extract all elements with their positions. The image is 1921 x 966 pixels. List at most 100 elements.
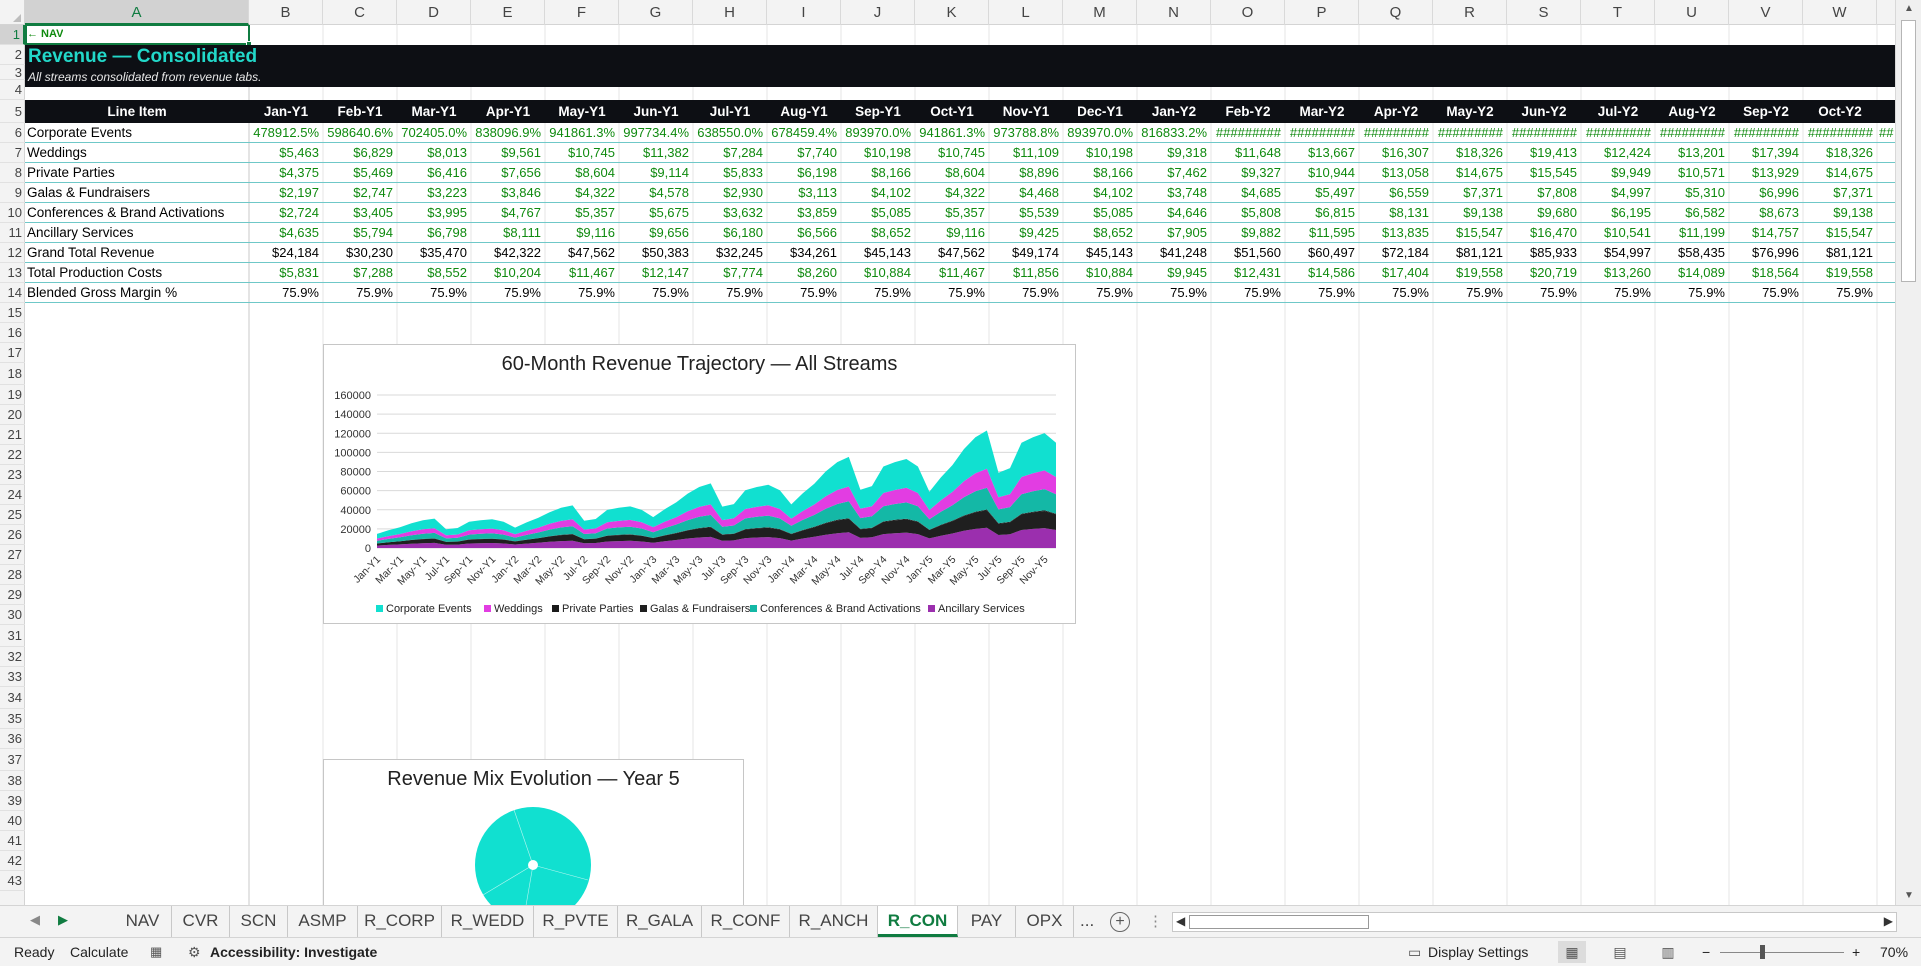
row-header-39[interactable]: 39 [0,791,25,811]
table-cell[interactable]: $3,846 [471,183,541,203]
table-cell[interactable]: 702405.0% [397,123,467,143]
row-header-33[interactable]: 33 [0,667,25,687]
table-cell[interactable]: $9,138 [1433,203,1503,223]
table-cell[interactable]: $13,260 [1581,263,1651,283]
sheet-tab-r-gala[interactable]: R_GALA [618,906,702,937]
table-cell[interactable]: $30,230 [323,243,393,263]
row-header-17[interactable]: 17 [0,343,25,363]
row-header-26[interactable]: 26 [0,525,25,545]
table-cell[interactable]: $10,884 [841,263,911,283]
table-cell[interactable]: $4,322 [545,183,615,203]
table-cell[interactable]: $3,113 [767,183,837,203]
table-cell[interactable]: $45,143 [1063,243,1133,263]
table-cell[interactable]: $34,261 [767,243,837,263]
table-cell[interactable]: $9,327 [1211,163,1281,183]
row-header-34[interactable]: 34 [0,687,25,709]
table-cell[interactable]: 75.9% [323,283,393,303]
table-cell[interactable]: $3,405 [323,203,393,223]
table-cell[interactable]: 893970.0% [1063,123,1133,143]
row-header-41[interactable]: 41 [0,831,25,851]
table-cell[interactable]: $18,326 [1803,143,1873,163]
table-cell[interactable]: $6,416 [397,163,467,183]
display-settings-icon[interactable]: ▭ [1408,944,1421,961]
column-header-k[interactable]: K [915,0,989,25]
table-cell[interactable]: $6,566 [767,223,837,243]
row-header-27[interactable]: 27 [0,545,25,565]
table-cell[interactable]: $4,375 [249,163,319,183]
sheet-tab-cvr[interactable]: CVR [172,906,230,937]
table-cell[interactable]: $5,310 [1655,183,1725,203]
row-header-15[interactable]: 15 [0,303,25,323]
row-label[interactable]: Private Parties [27,163,115,183]
table-cell[interactable]: $16,470 [1507,223,1577,243]
table-cell[interactable]: $11,595 [1285,223,1355,243]
table-cell[interactable]: $2,747 [323,183,393,203]
table-cell[interactable]: $12,431 [1211,263,1281,283]
column-header-l[interactable]: L [989,0,1063,25]
sheet-tab-opx[interactable]: OPX [1016,906,1074,937]
table-cell[interactable]: $7,774 [693,263,763,283]
table-cell[interactable]: $2,930 [693,183,763,203]
table-cell[interactable]: $10,198 [841,143,911,163]
table-cell[interactable]: $6,815 [1285,203,1355,223]
table-cell[interactable]: $10,944 [1285,163,1355,183]
row-header-4[interactable]: 4 [0,80,25,100]
row-header-13[interactable]: 13 [0,263,25,283]
table-cell[interactable]: $9,882 [1211,223,1281,243]
table-cell[interactable]: $7,371 [1433,183,1503,203]
row-header-29[interactable]: 29 [0,585,25,605]
table-cell[interactable]: $4,635 [249,223,319,243]
row-header-28[interactable]: 28 [0,565,25,585]
revenue-trajectory-chart[interactable]: 60-Month Revenue Trajectory — All Stream… [323,344,1076,624]
table-cell[interactable]: 75.9% [1063,283,1133,303]
table-cell[interactable]: $8,652 [1063,223,1133,243]
add-sheet-icon[interactable]: + [1110,912,1130,932]
table-cell[interactable]: $8,260 [767,263,837,283]
accessibility-status[interactable]: Accessibility: Investigate [210,944,377,960]
table-cell[interactable]: 75.9% [1433,283,1503,303]
table-cell[interactable]: $14,675 [1433,163,1503,183]
row-label[interactable]: Grand Total Revenue [27,243,154,263]
table-cell[interactable]: $9,138 [1803,203,1873,223]
table-cell[interactable]: $10,541 [1581,223,1651,243]
column-header-a[interactable]: A [25,0,249,25]
table-cell[interactable]: 75.9% [1655,283,1725,303]
table-cell[interactable]: $58,435 [1655,243,1725,263]
row-header-9[interactable]: 9 [0,183,25,203]
table-cell[interactable]: $8,166 [841,163,911,183]
row-header-30[interactable]: 30 [0,605,25,625]
next-sheet-arrow[interactable]: ▶ [58,912,68,928]
table-cell[interactable]: 75.9% [471,283,541,303]
table-cell[interactable]: $10,745 [545,143,615,163]
table-cell[interactable]: 75.9% [767,283,837,303]
row-header-38[interactable]: 38 [0,771,25,791]
table-cell[interactable]: $19,558 [1433,263,1503,283]
column-header-d[interactable]: D [397,0,471,25]
row-header-16[interactable]: 16 [0,323,25,343]
table-cell[interactable]: $47,562 [545,243,615,263]
sheet-tab-r-pvte[interactable]: R_PVTE [534,906,618,937]
table-cell[interactable]: ######### [1803,123,1873,143]
table-cell[interactable]: ######### [1581,123,1651,143]
table-cell[interactable]: $9,114 [619,163,689,183]
row-header-32[interactable]: 32 [0,647,25,667]
row-header-7[interactable]: 7 [0,143,25,163]
row-header-19[interactable]: 19 [0,385,25,405]
table-cell[interactable]: 598640.6% [323,123,393,143]
page-break-view-icon[interactable]: ▥ [1654,941,1682,963]
sheet-tab-nav[interactable]: NAV [114,906,172,937]
row-header-24[interactable]: 24 [0,485,25,505]
table-cell[interactable]: $4,997 [1581,183,1651,203]
table-cell[interactable]: $18,326 [1433,143,1503,163]
column-header-h[interactable]: H [693,0,767,25]
table-cell[interactable]: $9,116 [545,223,615,243]
table-cell[interactable]: $8,013 [397,143,467,163]
table-cell[interactable]: $20,719 [1507,263,1577,283]
table-cell[interactable]: $11,382 [619,143,689,163]
table-cell[interactable]: $8,552 [397,263,467,283]
table-cell[interactable]: 941861.3% [545,123,615,143]
calculate-button[interactable]: Calculate [70,944,128,960]
table-cell[interactable]: $32,245 [693,243,763,263]
tab-splitter-icon[interactable]: ⋮ [1148,912,1163,930]
page-layout-view-icon[interactable]: ▤ [1606,941,1634,963]
